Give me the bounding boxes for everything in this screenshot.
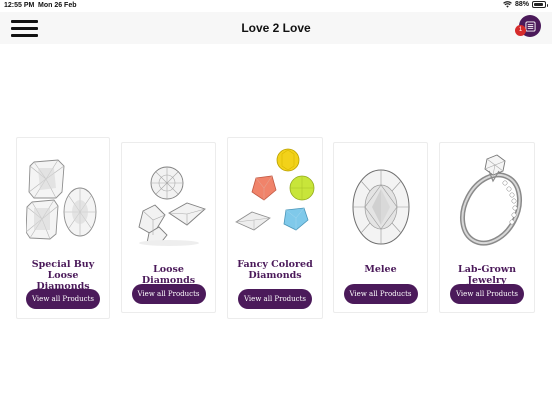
oval-diamond-image [334,167,427,247]
page-title: Love 2 Love [241,21,311,35]
category-card-loose-diamonds[interactable]: Loose Diamonds View all Products [121,142,216,313]
cart-count-badge: 1 [515,25,526,36]
wifi-icon [503,1,512,8]
category-card-special-buy[interactable]: Special Buy Loose Diamonds View all Prod… [16,137,110,319]
app-header: Love 2 Love 1 [0,12,552,44]
cushion-diamonds-image [17,156,109,242]
category-card-fancy-colored[interactable]: Fancy Colored Diamonds View all Products [227,137,323,319]
view-all-products-button[interactable]: View all Products [343,284,418,304]
status-bar: 12:55 PM Mon 26 Feb 88% [0,0,552,12]
status-time: 12:55 PM [4,2,35,9]
category-card-melee[interactable]: Melee View all Products [333,142,428,313]
view-all-products-button[interactable]: View all Products [131,284,206,304]
battery-icon [532,1,548,8]
view-all-products-button[interactable]: View all Products [26,289,100,309]
category-name: Loose Diamonds [141,264,196,286]
diamond-ring-image [440,153,534,249]
view-all-products-button[interactable]: View all Products [450,284,524,304]
colored-diamonds-image [228,146,322,238]
category-name: Lab-Grown Jewelry [458,264,516,286]
category-name: Melee [364,264,397,275]
status-right: 88% [503,1,548,8]
status-date: Mon 26 Feb [38,2,77,9]
list-icon [524,20,536,32]
category-name: Fancy Colored Diamonds [237,259,313,281]
loose-diamonds-image [122,165,215,247]
category-name: Special Buy Loose Diamonds [31,259,95,292]
view-all-products-button[interactable]: View all Products [238,289,312,309]
battery-percent: 88% [514,1,529,8]
battery-fill [534,3,543,6]
category-card-lab-grown-jewelry[interactable]: Lab-Grown Jewelry View all Products [439,142,535,313]
